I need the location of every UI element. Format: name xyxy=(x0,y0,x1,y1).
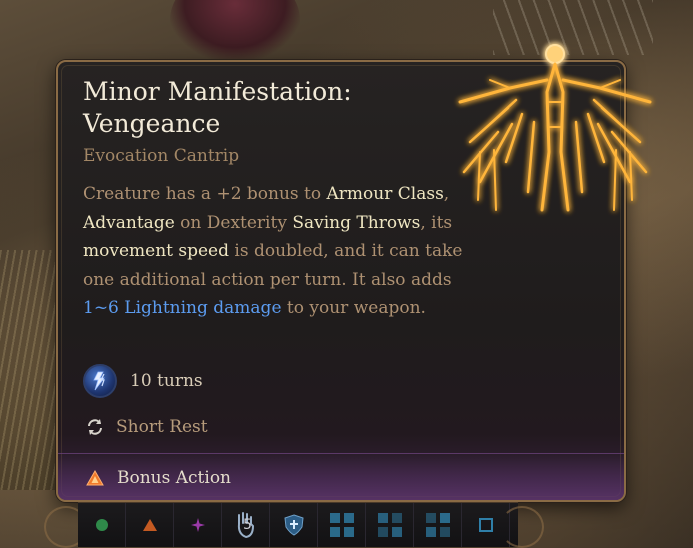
recharge-row: Short Rest xyxy=(83,416,208,438)
hotbar-slot-bonus-action[interactable] xyxy=(126,503,174,547)
sparkle-icon xyxy=(190,518,205,532)
hotbar-slot-unarmed[interactable]: 5 xyxy=(222,503,270,547)
action-type-text: Bonus Action xyxy=(117,468,232,488)
hotbar-ornament-right xyxy=(500,506,544,548)
grid-slot-icon xyxy=(377,513,402,537)
hotbar: 5 xyxy=(78,502,518,547)
hotbar-slot-action[interactable] xyxy=(78,503,126,547)
hotbar-slot-empty-1[interactable] xyxy=(318,503,366,547)
bonus-action-triangle-icon xyxy=(85,469,105,487)
lightning-bolt-icon xyxy=(83,364,117,398)
shield-icon xyxy=(283,514,304,536)
hotbar-slot-movement[interactable] xyxy=(174,503,222,547)
short-rest-cycle-icon xyxy=(84,416,106,438)
vengeance-manifestation-emblem xyxy=(458,44,652,212)
damage-value: 1~6 Lightning damage xyxy=(83,298,282,318)
background-character xyxy=(170,0,300,60)
action-type-row: Bonus Action xyxy=(83,468,231,488)
hotbar-slot-shield[interactable] xyxy=(270,503,318,547)
duration-text: 10 turns xyxy=(130,371,203,391)
bonus-action-triangle-icon xyxy=(142,519,157,531)
recharge-text: Short Rest xyxy=(116,417,208,437)
keyword-saving-throws[interactable]: Saving Throws xyxy=(292,213,420,233)
action-circle-icon xyxy=(95,519,108,531)
grid-slot-icon xyxy=(425,513,450,537)
duration-row: 10 turns xyxy=(83,364,203,398)
keyword-advantage[interactable]: Advantage xyxy=(83,213,175,233)
square-slot-icon xyxy=(478,518,493,532)
keyword-movement-speed[interactable]: movement speed xyxy=(83,241,229,261)
hotbar-slot-empty-2[interactable] xyxy=(366,503,414,547)
spell-title: Minor Manifestation: Vengeance xyxy=(83,77,352,138)
spell-description: Creature has a +2 bonus to Armour Class,… xyxy=(83,184,463,318)
slot-count: 5 xyxy=(243,517,252,533)
keyword-armour-class[interactable]: Armour Class xyxy=(327,184,444,204)
hotbar-slot-empty-3[interactable] xyxy=(414,503,462,547)
spell-school-level: Evocation Cantrip xyxy=(83,146,240,166)
grid-slot-icon xyxy=(329,513,354,537)
